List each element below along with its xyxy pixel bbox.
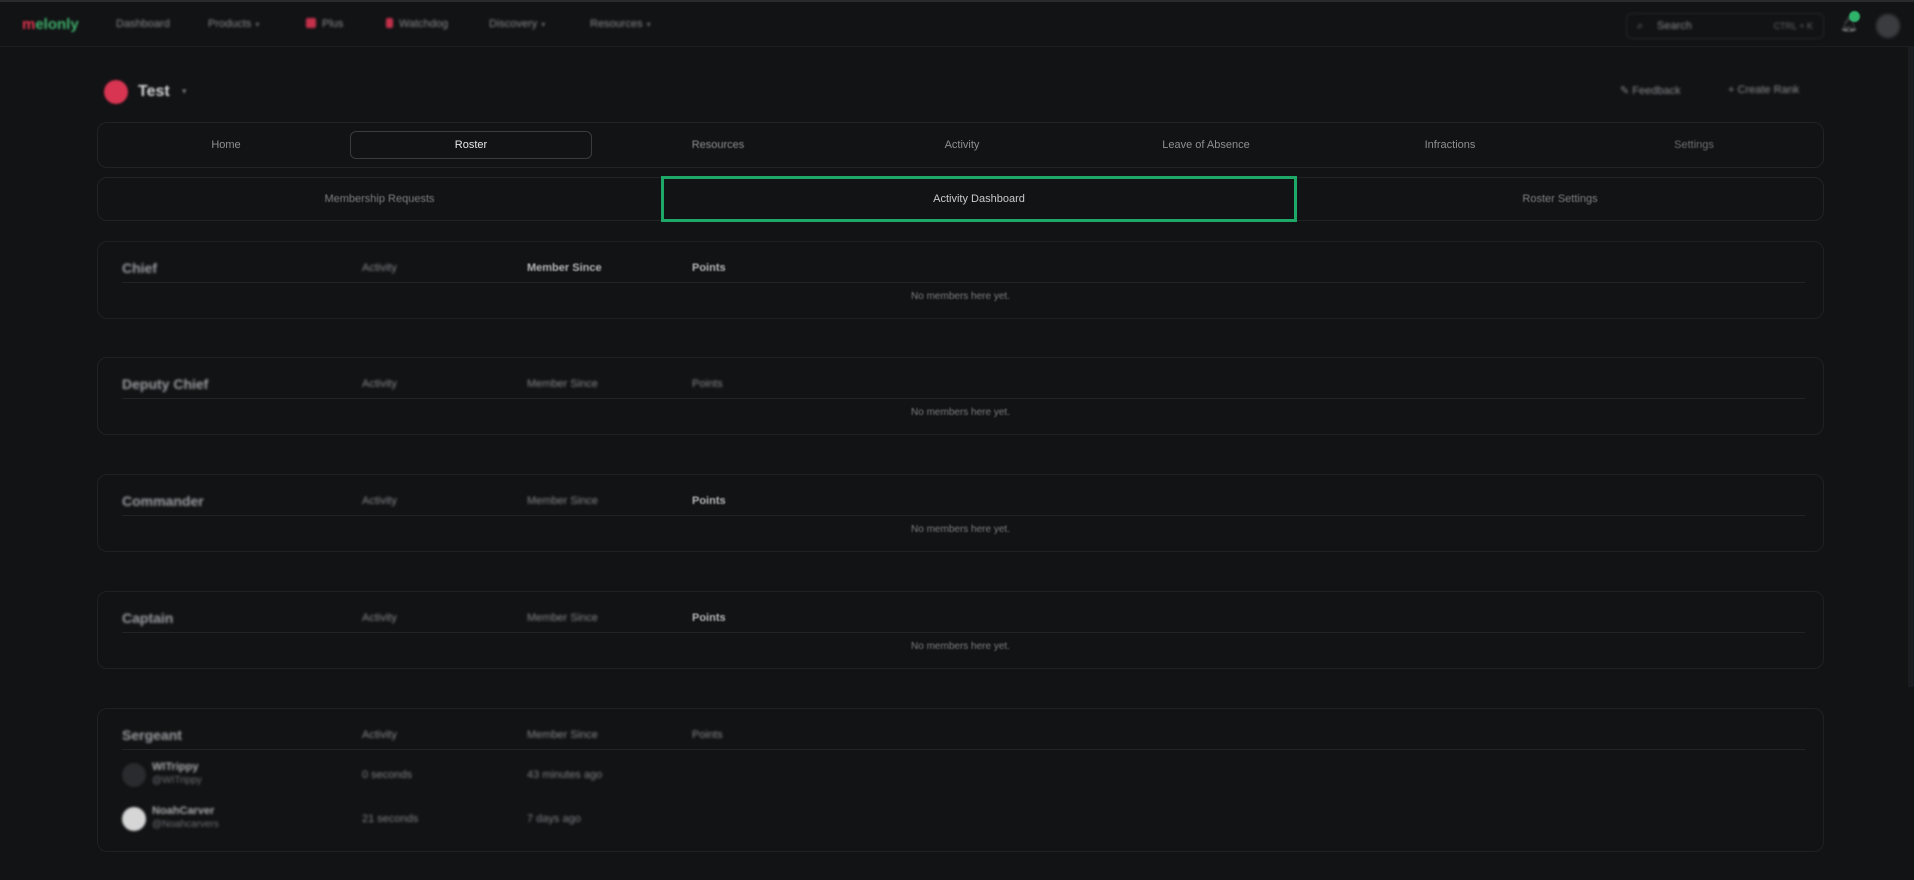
- search-icon: ⌕: [1637, 20, 1644, 32]
- rank-title: Captain: [122, 610, 174, 626]
- table-row[interactable]: WITrippy @WITrippy 0 seconds 43 minutes …: [122, 757, 822, 793]
- rank-panel-commander: Commander Activity Member Since Points N…: [97, 474, 1824, 552]
- table-row[interactable]: NoahCarver @Noahcarvers 21 seconds 7 day…: [122, 801, 822, 837]
- column-member-since: Member Since: [527, 262, 602, 274]
- tab-home[interactable]: Home: [108, 123, 344, 167]
- search-input[interactable]: ⌕ Search CTRL + K: [1626, 13, 1824, 39]
- rank-title: Deputy Chief: [122, 376, 209, 392]
- column-member-since: Member Since: [527, 378, 598, 390]
- column-member-since: Member Since: [527, 729, 598, 741]
- brand-logo[interactable]: melonly: [22, 16, 79, 33]
- member-handle: @WITrippy: [152, 775, 202, 786]
- column-activity: Activity: [362, 262, 397, 274]
- tab-infractions[interactable]: Infractions: [1330, 123, 1570, 167]
- create-rank-button[interactable]: + Create Rank: [1728, 84, 1799, 96]
- column-points: Points: [692, 495, 726, 507]
- search-shortcut: CTRL + K: [1773, 21, 1813, 31]
- user-avatar[interactable]: [1876, 14, 1900, 38]
- feedback-icon: ✎: [1620, 85, 1630, 97]
- nav-resources[interactable]: Resources ▾: [590, 18, 651, 30]
- notification-badge: [1849, 11, 1860, 22]
- plus-icon: [306, 18, 316, 28]
- nav-plus[interactable]: Plus: [306, 18, 343, 30]
- column-points: Points: [692, 378, 723, 390]
- empty-state: No members here yet.: [911, 291, 1010, 302]
- column-activity: Activity: [362, 729, 397, 741]
- subtab-roster-settings[interactable]: Roster Settings: [1297, 178, 1823, 220]
- plus-icon: +: [1728, 84, 1735, 96]
- nav-watchdog[interactable]: Watchdog: [386, 18, 448, 30]
- column-points: Points: [692, 729, 723, 741]
- column-activity: Activity: [362, 495, 397, 507]
- member-activity: 21 seconds: [362, 813, 419, 825]
- column-member-since: Member Since: [527, 495, 598, 507]
- scrollbar[interactable]: [1908, 47, 1914, 687]
- empty-state: No members here yet.: [911, 524, 1010, 535]
- org-logo: [104, 80, 128, 104]
- rank-panel-sergeant: Sergeant Activity Member Since Points WI…: [97, 708, 1824, 852]
- chevron-down-icon: ▾: [255, 20, 260, 29]
- member-name: NoahCarver: [152, 805, 215, 817]
- divider: [122, 282, 1805, 283]
- column-points: Points: [692, 612, 726, 624]
- column-activity: Activity: [362, 378, 397, 390]
- divider: [122, 398, 1805, 399]
- member-activity: 0 seconds: [362, 769, 413, 781]
- feedback-button[interactable]: ✎ Feedback: [1620, 84, 1681, 97]
- avatar: [122, 763, 146, 787]
- tab-roster[interactable]: Roster: [350, 131, 592, 159]
- empty-state: No members here yet.: [911, 641, 1010, 652]
- rank-title: Commander: [122, 493, 204, 509]
- empty-state: No members here yet.: [911, 407, 1010, 418]
- rank-title: Chief: [122, 260, 157, 276]
- sub-tabs: Membership Requests Activity Dashboard R…: [97, 176, 1824, 222]
- rank-panel-deputy-chief: Deputy Chief Activity Member Since Point…: [97, 357, 1824, 435]
- column-activity: Activity: [362, 612, 397, 624]
- top-navbar: melonly Dashboard Products ▾ Plus Watchdo…: [0, 0, 1914, 47]
- watchdog-icon: [386, 18, 393, 28]
- subtab-activity-dashboard[interactable]: Activity Dashboard: [661, 176, 1297, 222]
- avatar: [122, 807, 146, 831]
- tab-resources[interactable]: Resources: [598, 123, 838, 167]
- org-name[interactable]: Test: [138, 83, 170, 101]
- chevron-down-icon: ▾: [646, 20, 651, 29]
- chevron-down-icon: ▾: [541, 20, 546, 29]
- divider: [122, 749, 1805, 750]
- member-since: 7 days ago: [527, 813, 581, 825]
- divider: [122, 632, 1805, 633]
- tab-settings[interactable]: Settings: [1574, 123, 1814, 167]
- main-tabs: Home Roster Resources Activity Leave of …: [97, 122, 1824, 168]
- column-points: Points: [692, 262, 726, 274]
- nav-products[interactable]: Products ▾: [208, 18, 259, 30]
- nav-discovery[interactable]: Discovery ▾: [489, 18, 545, 30]
- rank-panel-chief: Chief Activity Member Since Points No me…: [97, 241, 1824, 319]
- tab-leave-of-absence[interactable]: Leave of Absence: [1086, 123, 1326, 167]
- rank-panel-captain: Captain Activity Member Since Points No …: [97, 591, 1824, 669]
- column-member-since: Member Since: [527, 612, 598, 624]
- subtab-membership-requests[interactable]: Membership Requests: [98, 178, 661, 220]
- divider: [122, 515, 1805, 516]
- member-handle: @Noahcarvers: [152, 819, 219, 830]
- tab-activity[interactable]: Activity: [842, 123, 1082, 167]
- rank-title: Sergeant: [122, 727, 182, 743]
- member-name: WITrippy: [152, 761, 199, 773]
- member-since: 43 minutes ago: [527, 769, 603, 781]
- chevron-down-icon[interactable]: ▾: [182, 86, 187, 97]
- nav-dashboard[interactable]: Dashboard: [116, 18, 170, 30]
